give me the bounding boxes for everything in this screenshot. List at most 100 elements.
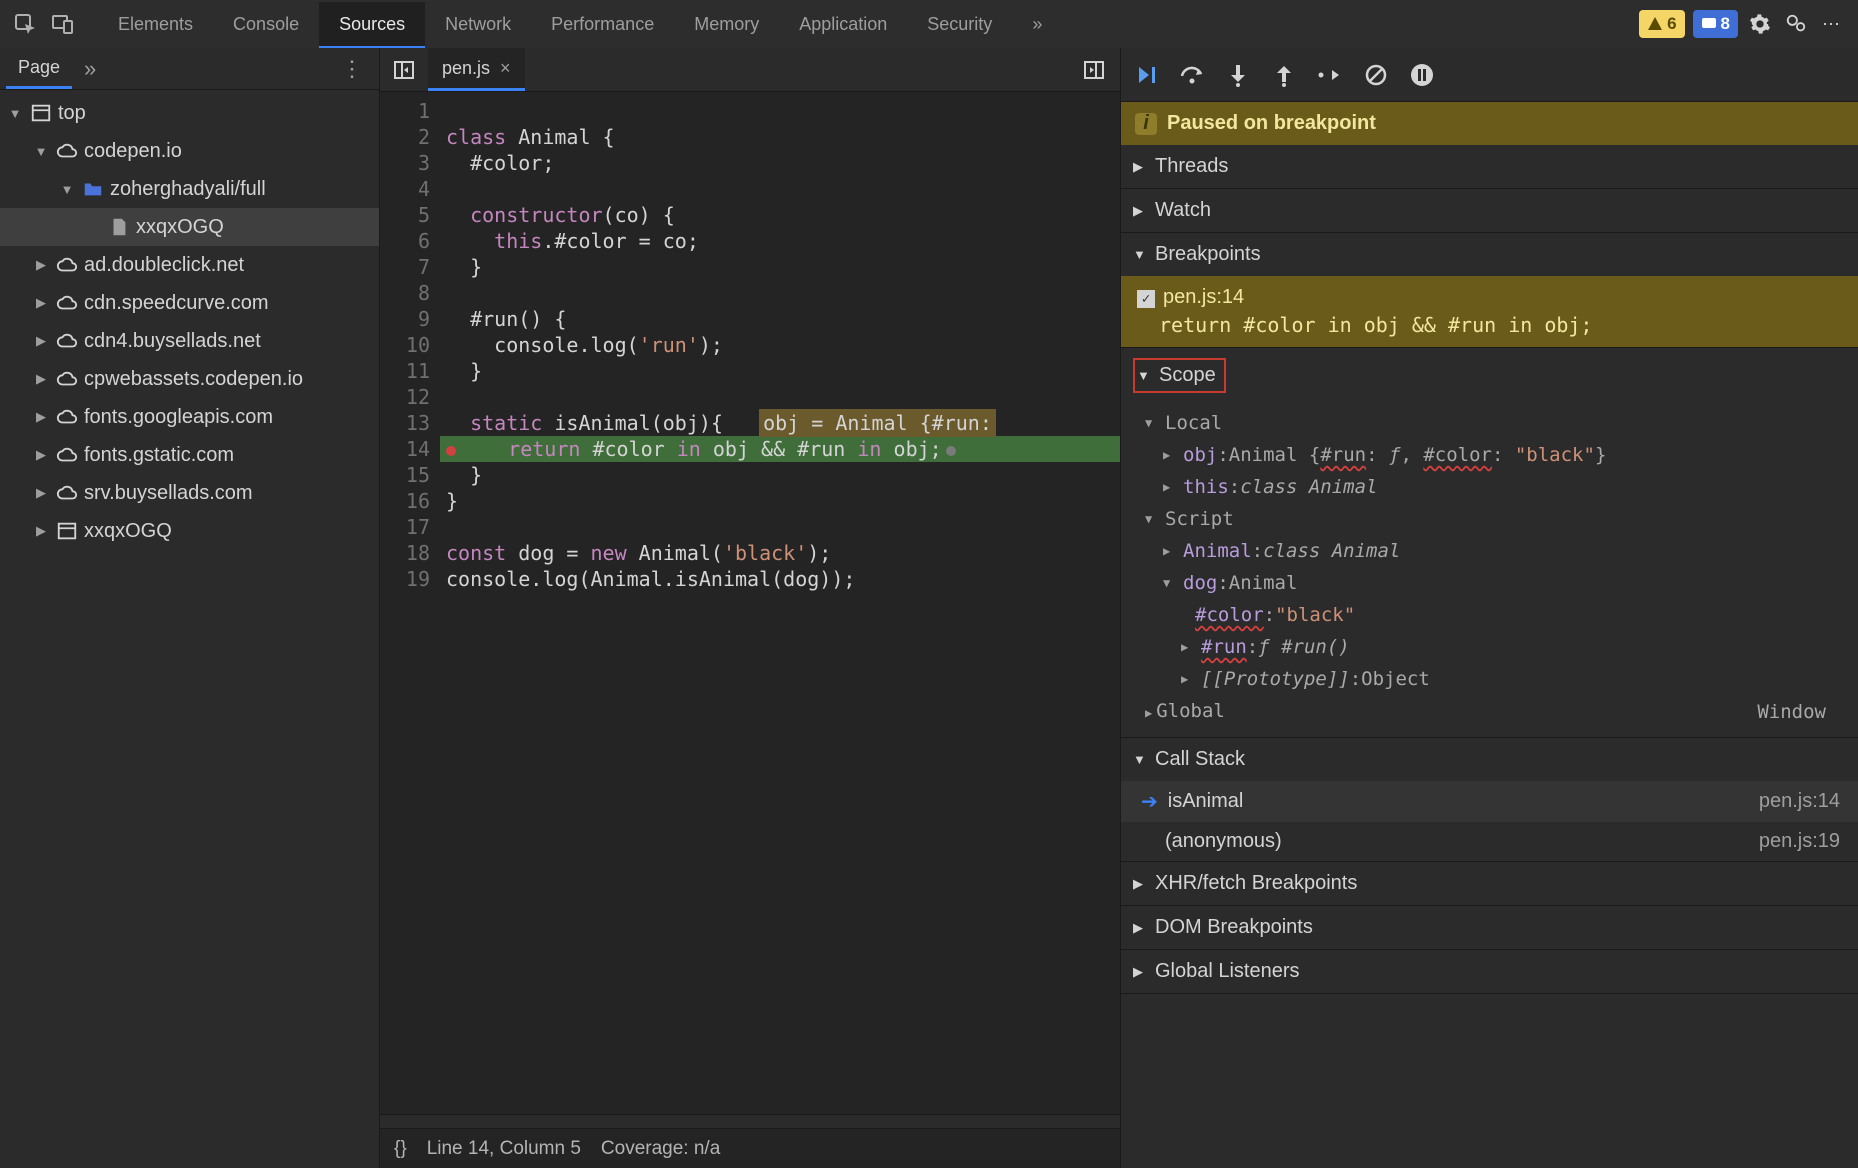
more-menu-icon[interactable]: ⋯ [1820,12,1844,36]
navigator-tab-page[interactable]: Page [6,49,72,89]
devtools-tabs: ElementsConsoleSourcesNetworkPerformance… [0,0,1858,48]
tab-network[interactable]: Network [425,2,531,46]
section-scope[interactable]: ▼Scope [1121,348,1858,403]
chevron-icon: ▶ [32,409,50,425]
file-icon [108,216,130,238]
pause-banner: i Paused on breakpoint [1121,102,1858,145]
scope-dog-run[interactable]: ▶#run: ƒ #run() [1145,631,1844,663]
tree-item[interactable]: ▶ cpwebassets.codepen.io [0,360,379,398]
frame-fn: isAnimal [1168,790,1244,813]
tree-label: cpwebassets.codepen.io [84,368,303,391]
customize-icon[interactable] [1784,12,1808,36]
pause-message: Paused on breakpoint [1167,112,1376,135]
section-breakpoints[interactable]: ▼Breakpoints [1121,233,1858,276]
scope-global[interactable]: ▶GlobalWindow [1145,695,1844,729]
tree-item[interactable]: ▼codepen.io [0,132,379,170]
tree-label: fonts.googleapis.com [84,406,273,429]
resume-button-icon[interactable] [1133,62,1159,88]
cloud-icon [56,254,78,276]
tab-sources[interactable]: Sources [319,2,425,49]
file-tab-penjs[interactable]: pen.js × [428,48,525,91]
code-area[interactable]: class Animal { #color; constructor(co) {… [440,92,1120,1114]
inspect-element-icon[interactable] [8,7,42,41]
callstack-frame[interactable]: ➔isAnimalpen.js:14 [1121,781,1858,822]
step-into-icon[interactable] [1225,62,1251,88]
tab-more[interactable]: » [1012,2,1062,47]
scope-dog-proto[interactable]: ▶[[Prototype]]: Object [1145,663,1844,695]
editor-tabbar: pen.js × [380,48,1120,92]
scope-var-animal[interactable]: ▶Animal: class Animal [1145,535,1844,567]
tab-memory[interactable]: Memory [674,2,779,46]
checkbox-icon[interactable]: ✓ [1137,290,1155,308]
scope-var-obj[interactable]: ▶obj: Animal {#run: ƒ, #color: "black"} [1145,439,1844,471]
cursor-position: Line 14, Column 5 [427,1138,581,1160]
cloud-icon [56,292,78,314]
warnings-badge[interactable]: 6 [1639,10,1684,38]
tree-item[interactable]: ▼zoherghadyali/full [0,170,379,208]
tab-application[interactable]: Application [779,2,907,46]
navigator-menu-icon[interactable]: ⋮ [331,56,373,82]
chevron-icon: ▼ [32,144,50,159]
tree-item[interactable]: ▶cdn4.buysellads.net [0,322,379,360]
tab-console[interactable]: Console [213,2,319,46]
line-gutter[interactable]: 12345678910111213141516171819 [380,92,440,1114]
device-toggle-icon[interactable] [46,7,80,41]
step-out-icon[interactable] [1271,62,1297,88]
chevron-icon: ▶ [32,257,50,273]
file-tree: ▼top▼codepen.io▼zoherghadyali/fullxxqxOG… [0,90,379,1168]
scope-local-label[interactable]: Local [1165,407,1222,439]
tree-item[interactable]: ▶cdn.speedcurve.com [0,284,379,322]
coverage-status: Coverage: n/a [601,1138,720,1160]
brackets-icon[interactable]: {} [394,1138,407,1160]
tree-item[interactable]: ▶ xxqxOGQ [0,512,379,550]
callstack-frame[interactable]: (anonymous)pen.js:19 [1121,822,1858,861]
scope-script-label[interactable]: Script [1165,503,1234,535]
tree-item[interactable]: ▼top [0,94,379,132]
step-over-icon[interactable] [1179,62,1205,88]
folder-icon [82,178,104,200]
info-icon: i [1135,113,1157,135]
tree-label: ad.doubleclick.net [84,254,244,277]
settings-gear-icon[interactable] [1748,12,1772,36]
chevron-icon: ▶ [32,371,50,387]
tab-performance[interactable]: Performance [531,2,674,46]
tree-item[interactable]: xxqxOGQ [0,208,379,246]
sources-navigator: Page » ⋮ ▼top▼codepen.io▼zoherghadyali/f… [0,48,380,1168]
cloud-icon [56,406,78,428]
scope-var-dog[interactable]: ▼dog: Animal [1145,567,1844,599]
section-dom[interactable]: ▶DOM Breakpoints [1121,906,1858,949]
messages-badge[interactable]: 8 [1693,10,1738,38]
tree-label: srv.buysellads.com [84,482,253,505]
tab-security[interactable]: Security [907,2,1012,46]
frame-loc: pen.js:14 [1759,790,1840,813]
toggle-debugger-icon[interactable] [1076,52,1112,88]
tree-label: fonts.gstatic.com [84,444,234,467]
navigator-tab-more[interactable]: » [76,56,104,82]
pause-on-exceptions-icon[interactable] [1409,62,1435,88]
section-global-listeners[interactable]: ▶Global Listeners [1121,950,1858,993]
chevron-icon: ▶ [32,523,50,539]
section-threads[interactable]: ▶Threads [1121,145,1858,188]
step-icon[interactable] [1317,62,1343,88]
section-watch[interactable]: ▶Watch [1121,189,1858,232]
tree-item[interactable]: ▶srv.buysellads.com [0,474,379,512]
tree-label: xxqxOGQ [84,520,172,543]
section-callstack[interactable]: ▼Call Stack [1121,738,1858,781]
cloud-icon [56,330,78,352]
breakpoint-item[interactable]: ✓pen.js:14 return #color in obj && #run … [1121,276,1858,347]
frame-fn: (anonymous) [1165,830,1282,853]
scope-dog-color[interactable]: #color: "black" [1145,599,1844,631]
tree-item[interactable]: ▶ ad.doubleclick.net [0,246,379,284]
scope-var-this[interactable]: ▶this: class Animal [1145,471,1844,503]
deactivate-breakpoints-icon[interactable] [1363,62,1389,88]
debugger-toolbar [1121,48,1858,102]
chevron-icon: ▼ [6,106,24,121]
tab-elements[interactable]: Elements [98,2,213,46]
tree-item[interactable]: ▶fonts.gstatic.com [0,436,379,474]
toggle-navigator-icon[interactable] [386,52,422,88]
tree-item[interactable]: ▶ fonts.googleapis.com [0,398,379,436]
editor-status-bar: {} Line 14, Column 5 Coverage: n/a [380,1128,1120,1168]
section-xhr[interactable]: ▶XHR/fetch Breakpoints [1121,862,1858,905]
close-icon[interactable]: × [500,58,511,79]
frame-icon [56,520,78,542]
